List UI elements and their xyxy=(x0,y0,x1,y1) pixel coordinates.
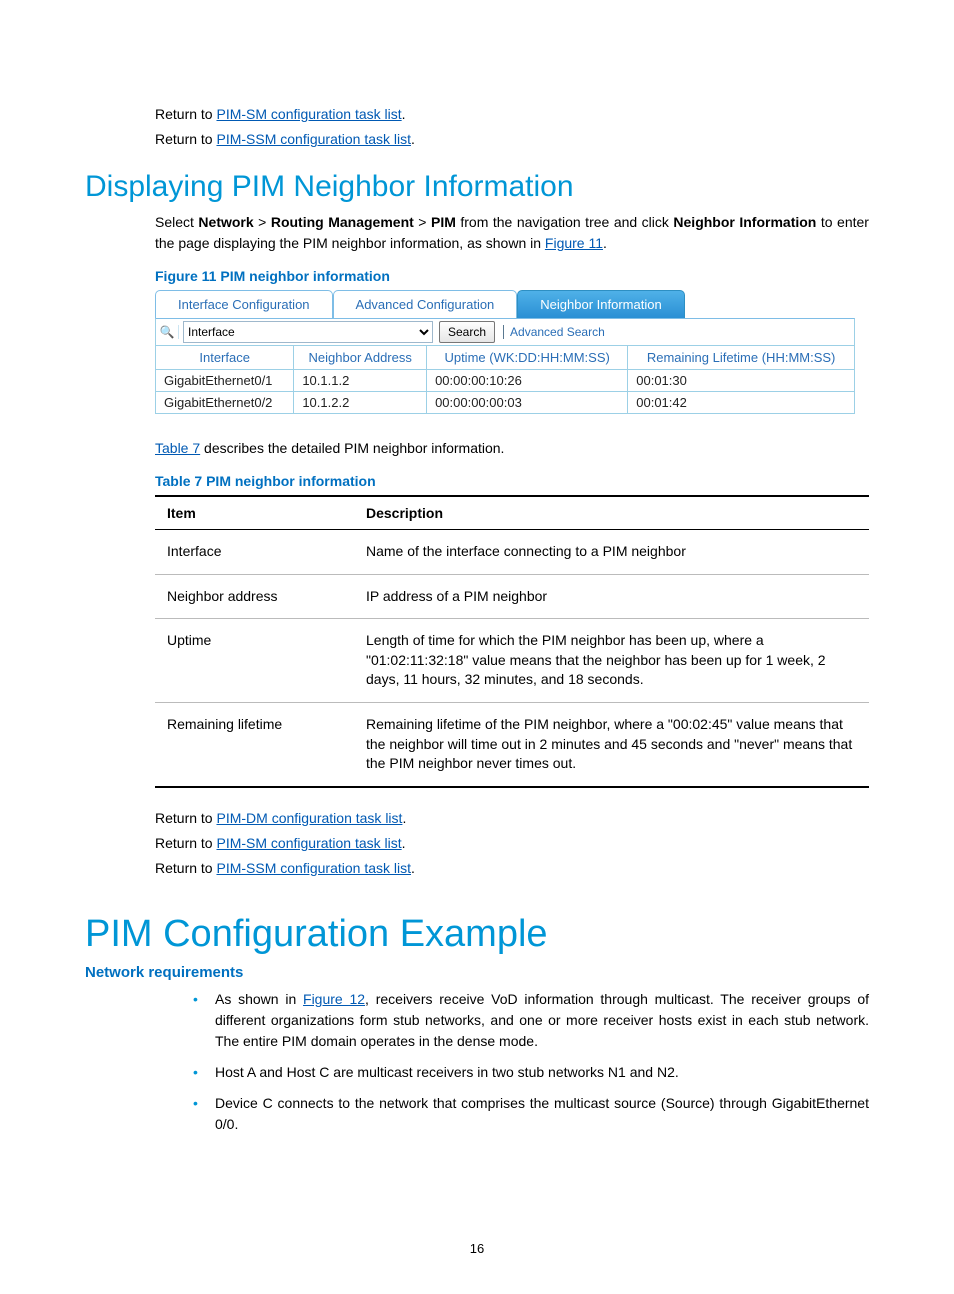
figure-11: Interface Configuration Advanced Configu… xyxy=(155,290,855,414)
def-item: Interface xyxy=(155,530,354,575)
period: . xyxy=(402,106,406,122)
nav-pim: PIM xyxy=(431,214,456,230)
cell-uptime: 00:00:00:00:03 xyxy=(427,392,628,414)
col-neighbor-address: Neighbor Address xyxy=(294,346,427,370)
def-desc: Length of time for which the PIM neighbo… xyxy=(354,619,869,703)
table-7-caption: Table 7 PIM neighbor information xyxy=(155,473,869,489)
table-row: Interface Name of the interface connecti… xyxy=(155,530,869,575)
tab-advanced-config[interactable]: Advanced Configuration xyxy=(333,290,518,318)
cell-addr: 10.1.2.2 xyxy=(294,392,427,414)
return-prefix: Return to xyxy=(155,835,216,851)
def-desc: Remaining lifetime of the PIM neighbor, … xyxy=(354,702,869,786)
period: . xyxy=(402,810,406,826)
link-figure-12[interactable]: Figure 12 xyxy=(303,991,365,1007)
return-pim-ssm: Return to PIM-SSM configuration task lis… xyxy=(155,129,869,150)
return-pim-sm: Return to PIM-SM configuration task list… xyxy=(155,104,869,125)
table-row: GigabitEthernet0/2 10.1.2.2 00:00:00:00:… xyxy=(156,392,855,414)
subhead-network-requirements: Network requirements xyxy=(85,964,869,981)
table-row: GigabitEthernet0/1 10.1.1.2 00:00:00:10:… xyxy=(156,370,855,392)
nav-neighbor-info: Neighbor Information xyxy=(673,214,816,230)
cell-iface: GigabitEthernet0/1 xyxy=(156,370,294,392)
list-item: Device C connects to the network that co… xyxy=(185,1093,869,1135)
return-pim-ssm-2: Return to PIM-SSM configuration task lis… xyxy=(155,858,869,879)
th-item: Item xyxy=(155,496,354,530)
col-uptime: Uptime (WK:DD:HH:MM:SS) xyxy=(427,346,628,370)
period: . xyxy=(402,835,406,851)
page-number: 16 xyxy=(0,1241,954,1256)
return-pim-sm-2: Return to PIM-SM configuration task list… xyxy=(155,833,869,854)
tab-interface-config[interactable]: Interface Configuration xyxy=(155,290,333,318)
cell-uptime: 00:00:00:10:26 xyxy=(427,370,628,392)
cell-iface: GigabitEthernet0/2 xyxy=(156,392,294,414)
search-field-select[interactable]: Interface xyxy=(183,321,433,343)
neighbor-table: Interface Neighbor Address Uptime (WK:DD… xyxy=(155,345,855,414)
link-pim-dm[interactable]: PIM-DM configuration task list xyxy=(216,810,402,826)
link-figure-11[interactable]: Figure 11 xyxy=(545,235,603,251)
search-bar: 🔍 Interface Search Advanced Search xyxy=(155,318,855,346)
return-prefix: Return to xyxy=(155,131,216,147)
link-table-7[interactable]: Table 7 xyxy=(155,440,200,456)
period: . xyxy=(411,131,415,147)
def-desc: IP address of a PIM neighbor xyxy=(354,574,869,619)
return-prefix: Return to xyxy=(155,810,216,826)
return-prefix: Return to xyxy=(155,860,216,876)
col-remaining-lifetime: Remaining Lifetime (HH:MM:SS) xyxy=(628,346,855,370)
section-heading-pim-config-example: PIM Configuration Example xyxy=(85,913,869,956)
th-desc: Description xyxy=(354,496,869,530)
cell-remain: 00:01:42 xyxy=(628,392,855,414)
advanced-search-link[interactable]: Advanced Search xyxy=(503,325,605,339)
table-row: Neighbor address IP address of a PIM nei… xyxy=(155,574,869,619)
figure-11-caption: Figure 11 PIM neighbor information xyxy=(155,268,869,284)
search-button[interactable]: Search xyxy=(439,321,495,343)
def-item: Neighbor address xyxy=(155,574,354,619)
return-prefix: Return to xyxy=(155,106,216,122)
table-row: Uptime Length of time for which the PIM … xyxy=(155,619,869,703)
return-pim-dm: Return to PIM-DM configuration task list… xyxy=(155,808,869,829)
period: . xyxy=(411,860,415,876)
def-item: Uptime xyxy=(155,619,354,703)
list-item: As shown in Figure 12, receivers receive… xyxy=(185,989,869,1052)
col-interface: Interface xyxy=(156,346,294,370)
def-desc: Name of the interface connecting to a PI… xyxy=(354,530,869,575)
link-pim-ssm[interactable]: PIM-SSM configuration task list xyxy=(216,131,411,147)
search-icon: 🔍 xyxy=(156,325,179,339)
cell-remain: 00:01:30 xyxy=(628,370,855,392)
requirements-list: As shown in Figure 12, receivers receive… xyxy=(185,989,869,1135)
table-row: Remaining lifetime Remaining lifetime of… xyxy=(155,702,869,786)
tab-neighbor-info[interactable]: Neighbor Information xyxy=(517,290,684,318)
table-header-row: Interface Neighbor Address Uptime (WK:DD… xyxy=(156,346,855,370)
def-item: Remaining lifetime xyxy=(155,702,354,786)
table7-intro: Table 7 describes the detailed PIM neigh… xyxy=(155,438,869,459)
list-item: Host A and Host C are multicast receiver… xyxy=(185,1062,869,1083)
cell-addr: 10.1.1.2 xyxy=(294,370,427,392)
nav-routing: Routing Management xyxy=(271,214,414,230)
link-pim-sm-2[interactable]: PIM-SM configuration task list xyxy=(216,835,401,851)
nav-network: Network xyxy=(198,214,253,230)
table-7: Item Description Interface Name of the i… xyxy=(155,495,869,788)
intro-paragraph: Select Network > Routing Management > PI… xyxy=(155,212,869,254)
link-pim-sm[interactable]: PIM-SM configuration task list xyxy=(216,106,401,122)
section-heading-displaying: Displaying PIM Neighbor Information xyxy=(85,170,869,204)
link-pim-ssm-2[interactable]: PIM-SSM configuration task list xyxy=(216,860,411,876)
